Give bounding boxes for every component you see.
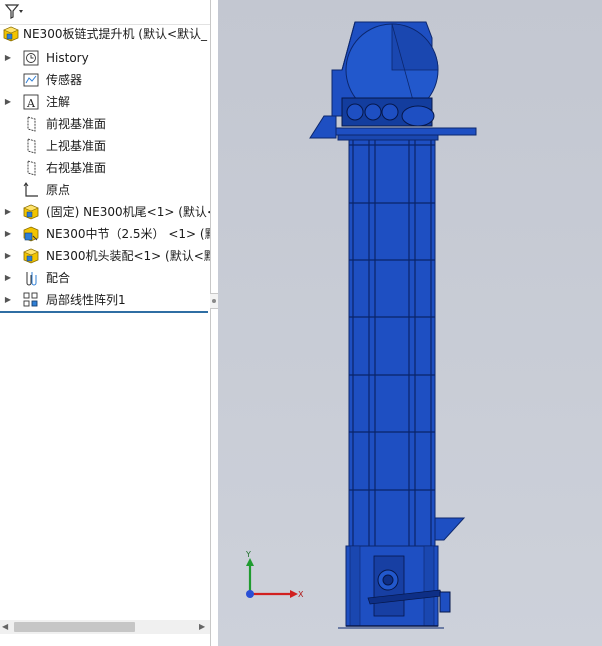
svg-text:A: A xyxy=(26,97,36,110)
tree-item-label: (固定) NE300机尾<1> (默认< xyxy=(46,205,211,219)
scroll-thumb[interactable] xyxy=(14,622,135,632)
tree-root-label: NE300板链式提升机 (默认<默认_ xyxy=(23,27,208,41)
assembly-icon xyxy=(2,25,20,43)
feature-manager-tree: NE300板链式提升机 (默认<默认_ ▶ History 传感器 ▶ A 注解前视基准面… xyxy=(0,0,211,646)
tree-item-label: 注解 xyxy=(46,95,71,109)
tree-item[interactable]: 原点 xyxy=(0,180,210,200)
plane-icon xyxy=(22,137,40,155)
tree-root-assembly[interactable]: NE300板链式提升机 (默认<默认_ xyxy=(0,24,210,44)
tree-item[interactable]: 传感器 xyxy=(0,70,210,90)
tree-item[interactable]: ▶ NE300机头装配<1> (默认<默 xyxy=(0,246,210,266)
subassembly-icon xyxy=(22,225,40,243)
triad-x-label: X xyxy=(298,590,304,599)
mates-icon xyxy=(22,269,40,287)
tree-item-label: History xyxy=(46,51,89,65)
part-icon xyxy=(22,203,40,221)
tree-item[interactable]: ▶ History xyxy=(0,48,210,68)
tree-item[interactable]: ▶ 局部线性阵列1 xyxy=(0,290,210,310)
tree-item-label: 上视基准面 xyxy=(46,139,107,153)
tree-item[interactable]: 上视基准面 xyxy=(0,136,210,156)
filter-icon[interactable] xyxy=(3,2,25,22)
linear-pattern-icon xyxy=(22,291,40,309)
tree-item-label: 配合 xyxy=(46,271,71,285)
scroll-left-icon[interactable]: ◀ xyxy=(2,623,10,631)
part-icon xyxy=(22,247,40,265)
scroll-right-icon[interactable]: ▶ xyxy=(199,623,207,631)
tree-item[interactable]: ▶ A 注解 xyxy=(0,92,210,112)
tree-item[interactable]: 前视基准面 xyxy=(0,114,210,134)
tree-item[interactable]: ▶ 配合 xyxy=(0,268,210,288)
plane-icon xyxy=(22,159,40,177)
history-icon xyxy=(22,49,40,67)
sensors-icon xyxy=(22,71,40,89)
triad-y-label: Y xyxy=(246,550,251,559)
expand-arrow-icon[interactable]: ▶ xyxy=(4,229,12,239)
expand-arrow-icon[interactable]: ▶ xyxy=(4,251,12,261)
tree-item-label: 右视基准面 xyxy=(46,161,107,175)
tree-item-label: 传感器 xyxy=(46,73,83,87)
tree-item-label: 局部线性阵列1 xyxy=(46,293,126,307)
tree-horizontal-scrollbar[interactable]: ◀ ▶ xyxy=(0,620,210,634)
tree-item-label: NE300机头装配<1> (默认<默 xyxy=(46,249,211,263)
view-orientation-triad: Y X xyxy=(236,548,316,608)
expand-arrow-icon[interactable]: ▶ xyxy=(4,207,12,217)
tree-item-label: NE300中节（2.5米） <1> (默 xyxy=(46,227,211,241)
plane-icon xyxy=(22,115,40,133)
tree-item-label: 原点 xyxy=(46,183,71,197)
expand-arrow-icon[interactable]: ▶ xyxy=(4,273,12,283)
tree-toolbar xyxy=(0,0,210,25)
expand-arrow-icon[interactable]: ▶ xyxy=(4,53,12,63)
expand-arrow-icon[interactable]: ▶ xyxy=(4,295,12,305)
graphics-area[interactable]: Y X xyxy=(218,0,602,646)
expand-arrow-icon[interactable]: ▶ xyxy=(4,97,12,107)
tree-item-label: 前视基准面 xyxy=(46,117,107,131)
origin-icon xyxy=(22,181,40,199)
tree-item[interactable]: ▶ (固定) NE300机尾<1> (默认< xyxy=(0,202,210,222)
tree-rollback-bar[interactable] xyxy=(0,311,208,313)
tree-item[interactable]: 右视基准面 xyxy=(0,158,210,178)
tree-item[interactable]: ▶ NE300中节（2.5米） <1> (默 xyxy=(0,224,210,244)
annotations-icon: A xyxy=(22,93,40,111)
